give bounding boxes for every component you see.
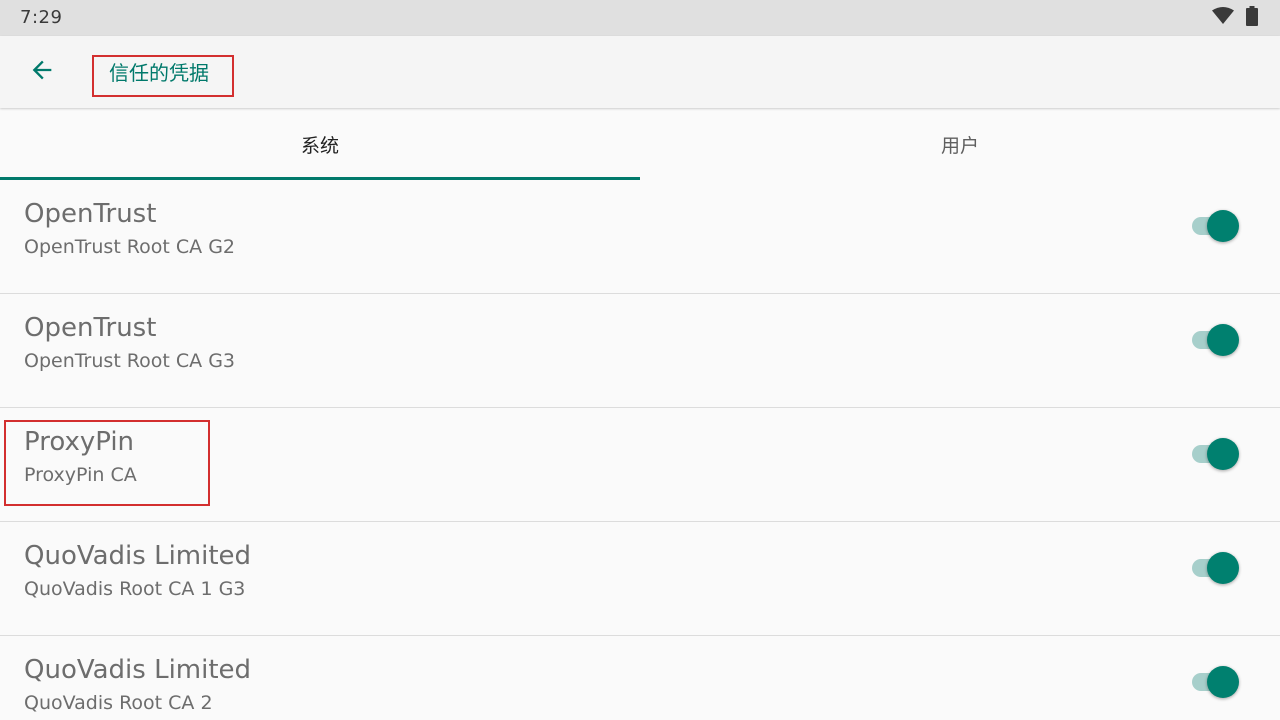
certificate-subtitle: QuoVadis Root CA 2 <box>24 692 213 714</box>
certificate-toggle[interactable] <box>1190 550 1242 586</box>
certificate-title: QuoVadis Limited <box>24 541 252 571</box>
certificate-toggle[interactable] <box>1190 664 1242 700</box>
certificate-toggle[interactable] <box>1190 436 1242 472</box>
certificate-item-quovadis-2[interactable]: QuoVadis Limited QuoVadis Root CA 2 <box>0 636 1280 720</box>
page-title: 信任的凭据 <box>92 55 234 97</box>
certificate-subtitle: QuoVadis Root CA 1 G3 <box>24 578 246 600</box>
wifi-icon <box>1212 7 1234 29</box>
certificate-title: OpenTrust <box>24 313 157 343</box>
switch-thumb <box>1207 552 1239 584</box>
status-time: 7:29 <box>20 7 63 28</box>
status-bar: 7:29 <box>0 0 1280 36</box>
back-button[interactable] <box>20 50 64 94</box>
certificate-item-quovadis-1-g3[interactable]: QuoVadis Limited QuoVadis Root CA 1 G3 <box>0 522 1280 636</box>
tab-system[interactable]: 系统 <box>0 108 640 180</box>
status-icons <box>1212 6 1258 30</box>
certificate-item-opentrust-g3[interactable]: OpenTrust OpenTrust Root CA G3 <box>0 294 1280 408</box>
app-bar: 信任的凭据 <box>0 36 1280 108</box>
certificate-toggle[interactable] <box>1190 322 1242 358</box>
certificate-title: ProxyPin <box>24 427 135 457</box>
certificate-item-opentrust-g2[interactable]: OpenTrust OpenTrust Root CA G2 <box>0 180 1280 294</box>
certificate-toggle[interactable] <box>1190 208 1242 244</box>
switch-thumb <box>1207 210 1239 242</box>
certificate-item-proxypin[interactable]: ProxyPin ProxyPin CA <box>0 408 1280 522</box>
switch-thumb <box>1207 324 1239 356</box>
tab-bar: 系统 用户 <box>0 108 1280 180</box>
certificate-list: OpenTrust OpenTrust Root CA G2 OpenTrust… <box>0 180 1280 720</box>
battery-icon <box>1246 6 1258 30</box>
certificate-subtitle: OpenTrust Root CA G2 <box>24 236 236 258</box>
tab-user[interactable]: 用户 <box>640 108 1280 180</box>
switch-thumb <box>1207 666 1239 698</box>
certificate-title: OpenTrust <box>24 199 157 229</box>
certificate-subtitle: ProxyPin CA <box>24 464 137 486</box>
certificate-title: QuoVadis Limited <box>24 655 252 685</box>
arrow-left-icon <box>28 56 56 88</box>
switch-thumb <box>1207 438 1239 470</box>
certificate-subtitle: OpenTrust Root CA G3 <box>24 350 236 372</box>
